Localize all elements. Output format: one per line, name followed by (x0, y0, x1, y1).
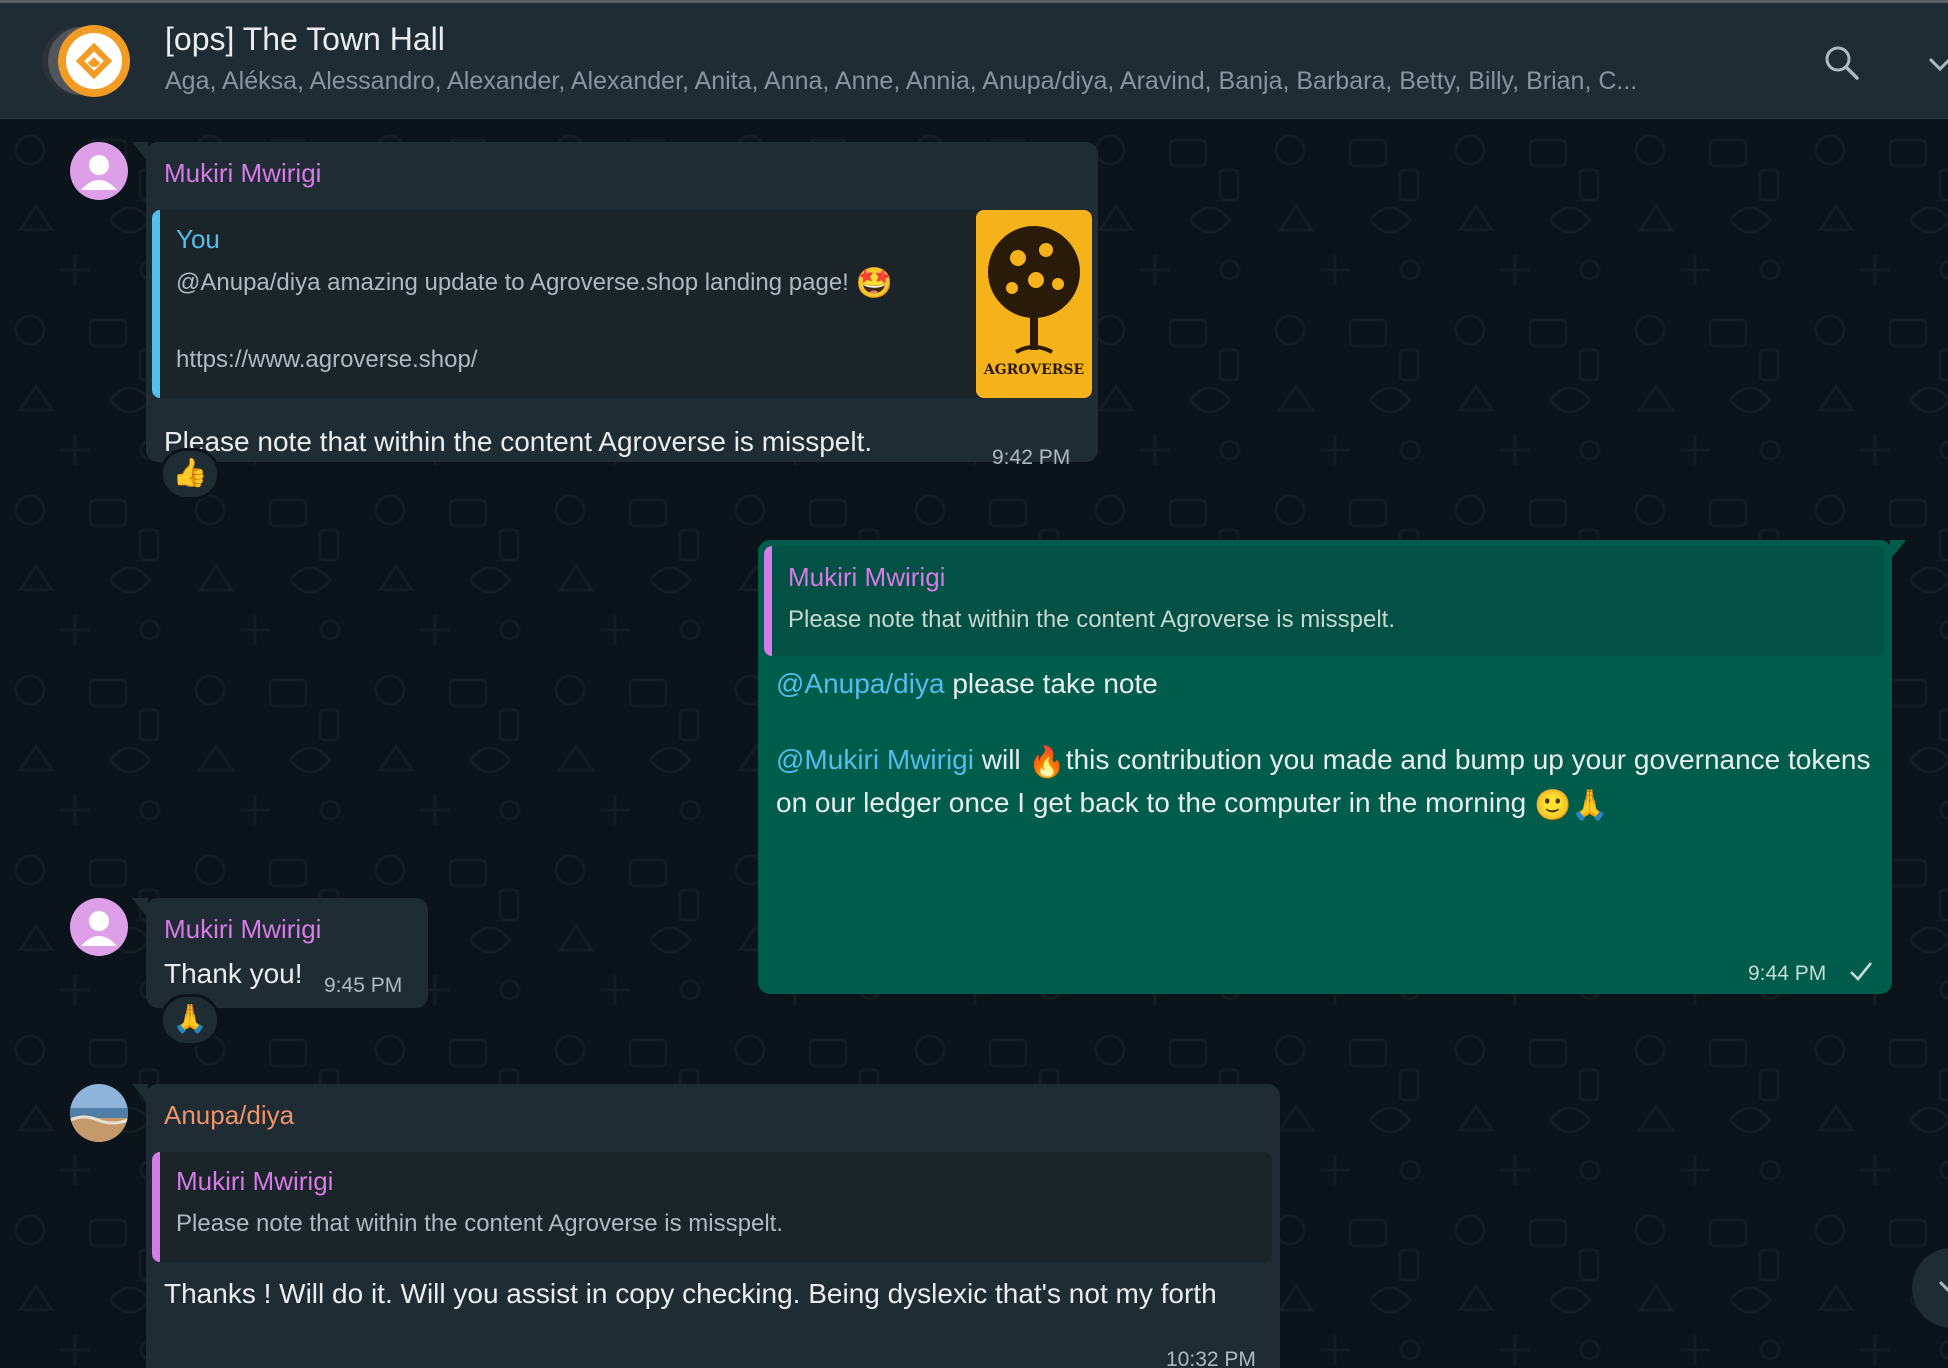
quoted-message[interactable]: Mukiri Mwirigi Please note that within t… (152, 1152, 1272, 1262)
quoted-sender-name: Mukiri Mwirigi (788, 562, 946, 592)
message-text: Thank you! (164, 958, 303, 989)
chevron-down-icon[interactable] (1924, 47, 1948, 77)
participants-list[interactable]: Aga, Aléksa, Alessandro, Alexander, Alex… (165, 67, 1755, 96)
quoted-link[interactable]: https://www.agroverse.shop/ (176, 346, 477, 374)
message-line: @Anupa/diya please take note (776, 668, 1158, 699)
outgoing-message-bubble[interactable]: Mukiri Mwirigi Please note that within t… (758, 540, 1906, 994)
bubble-tail (132, 1084, 148, 1104)
chat-header[interactable]: [ops] The Town Hall Aga, Aléksa, Alessan… (0, 3, 1948, 119)
message-bubble[interactable]: Anupa/diya Mukiri Mwirigi Please note th… (132, 1084, 1280, 1368)
quoted-text: @Anupa/diya amazing update to Agroverse.… (176, 267, 893, 300)
message-time: 9:42 PM (992, 446, 1071, 469)
quoted-sender-name: You (176, 224, 220, 254)
chevron-down-icon (1938, 1280, 1948, 1293)
search-icon[interactable] (1822, 43, 1862, 83)
group-logo-icon (42, 25, 130, 97)
mention-link[interactable]: @Mukiri Mwirigi (776, 744, 974, 775)
message-bubble[interactable]: Mukiri Mwirigi You @Anupa/diya amazing u… (132, 142, 1098, 469)
sender-avatar[interactable] (70, 142, 128, 200)
message-text: Thanks ! Will do it. Will you assist in … (164, 1278, 1217, 1309)
quoted-text: Please note that within the content Agro… (788, 606, 1395, 633)
message-text: @Mukiri Mwirigi will 🔥this contribution … (776, 740, 1876, 826)
message-time: 9:44 PM (1748, 962, 1827, 985)
quoted-message[interactable]: You @Anupa/diya amazing update to Agrove… (152, 210, 1092, 398)
quote-accent-bar (764, 546, 772, 656)
thumbnail-caption: AGROVERSE (983, 362, 1085, 378)
sender-avatar-photo[interactable] (70, 1084, 128, 1142)
check-icon (1850, 962, 1873, 981)
sender-avatar[interactable] (70, 898, 128, 956)
message-list[interactable]: Mukiri Mwirigi You @Anupa/diya amazing u… (0, 120, 1948, 1368)
star-struck-emoji: 🤩 (855, 267, 893, 300)
link-preview-thumbnail[interactable]: AGROVERSE (976, 210, 1092, 398)
message-reaction[interactable]: 🙏 (160, 994, 220, 1046)
quoted-sender-name: Mukiri Mwirigi (176, 1166, 334, 1196)
message-time: 10:32 PM (1166, 1348, 1256, 1368)
chat-title: [ops] The Town Hall (165, 21, 445, 57)
quoted-text: Please note that within the content Agro… (176, 1210, 783, 1237)
sender-name[interactable]: Mukiri Mwirigi (164, 158, 321, 189)
smile-pray-emoji: 🙂🙏 (1534, 789, 1609, 822)
bubble-tail (132, 142, 148, 162)
mention-link[interactable]: @Anupa/diya (776, 668, 945, 699)
bubble-tail (132, 898, 148, 918)
message-reaction[interactable]: 👍 (160, 448, 220, 500)
sender-name[interactable]: Mukiri Mwirigi (164, 914, 321, 945)
message-bubble[interactable]: Mukiri Mwirigi Thank you! 9:45 PM (132, 898, 428, 1008)
quote-accent-bar (152, 210, 160, 398)
quote-accent-bar (152, 1152, 160, 1262)
bubble-tail (1890, 540, 1906, 560)
quoted-message[interactable]: Mukiri Mwirigi Please note that within t… (764, 546, 1884, 656)
message-time: 9:45 PM (324, 974, 403, 997)
message-text: Please note that within the content Agro… (164, 426, 873, 457)
fire-emoji: 🔥 (1028, 746, 1066, 779)
group-avatar[interactable] (36, 21, 134, 101)
sender-name[interactable]: Anupa/diya (164, 1100, 294, 1131)
